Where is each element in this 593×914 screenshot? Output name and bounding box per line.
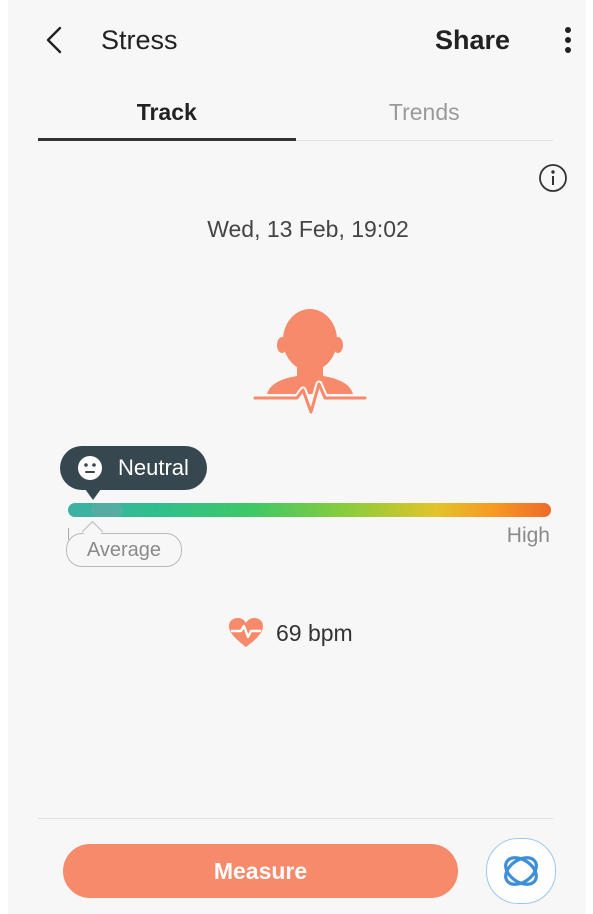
heart-pulse-icon <box>229 618 263 647</box>
bixby-button[interactable] <box>486 838 556 904</box>
heart-rate-value: 69 bpm <box>276 619 353 646</box>
measure-button[interactable]: Measure <box>63 844 458 898</box>
more-vertical-icon <box>565 27 571 53</box>
heart-rate-readout: 69 bpm <box>228 617 353 649</box>
stress-gauge-indicator <box>90 503 123 517</box>
bixby-icon <box>504 856 538 886</box>
info-icon <box>539 164 567 192</box>
gauge-high-label: High <box>506 524 550 547</box>
stress-gauge-bar <box>68 503 551 517</box>
back-button[interactable] <box>38 22 70 58</box>
neutral-face-icon <box>78 456 102 480</box>
average-marker: Average <box>66 533 182 567</box>
info-button[interactable] <box>538 163 568 193</box>
tab-bar: Track Trends <box>38 92 553 141</box>
app-bar: Stress Share <box>8 0 586 82</box>
measurement-timestamp: Wed, 13 Feb, 19:02 <box>207 216 409 242</box>
share-button[interactable]: Share <box>435 22 510 58</box>
stress-level-label: Neutral <box>118 455 189 480</box>
bottom-divider <box>38 818 553 819</box>
stress-screen: Stress Share Track Trends Wed, 13 Feb, 1… <box>8 0 586 914</box>
person-heartbeat-icon <box>251 304 369 416</box>
chevron-left-icon <box>46 26 62 54</box>
tab-trends[interactable]: Trends <box>296 92 554 140</box>
stress-level-tooltip: Neutral <box>60 446 207 500</box>
tab-track[interactable]: Track <box>38 92 296 141</box>
page-title: Stress <box>101 25 178 55</box>
more-options-button[interactable] <box>554 22 582 58</box>
